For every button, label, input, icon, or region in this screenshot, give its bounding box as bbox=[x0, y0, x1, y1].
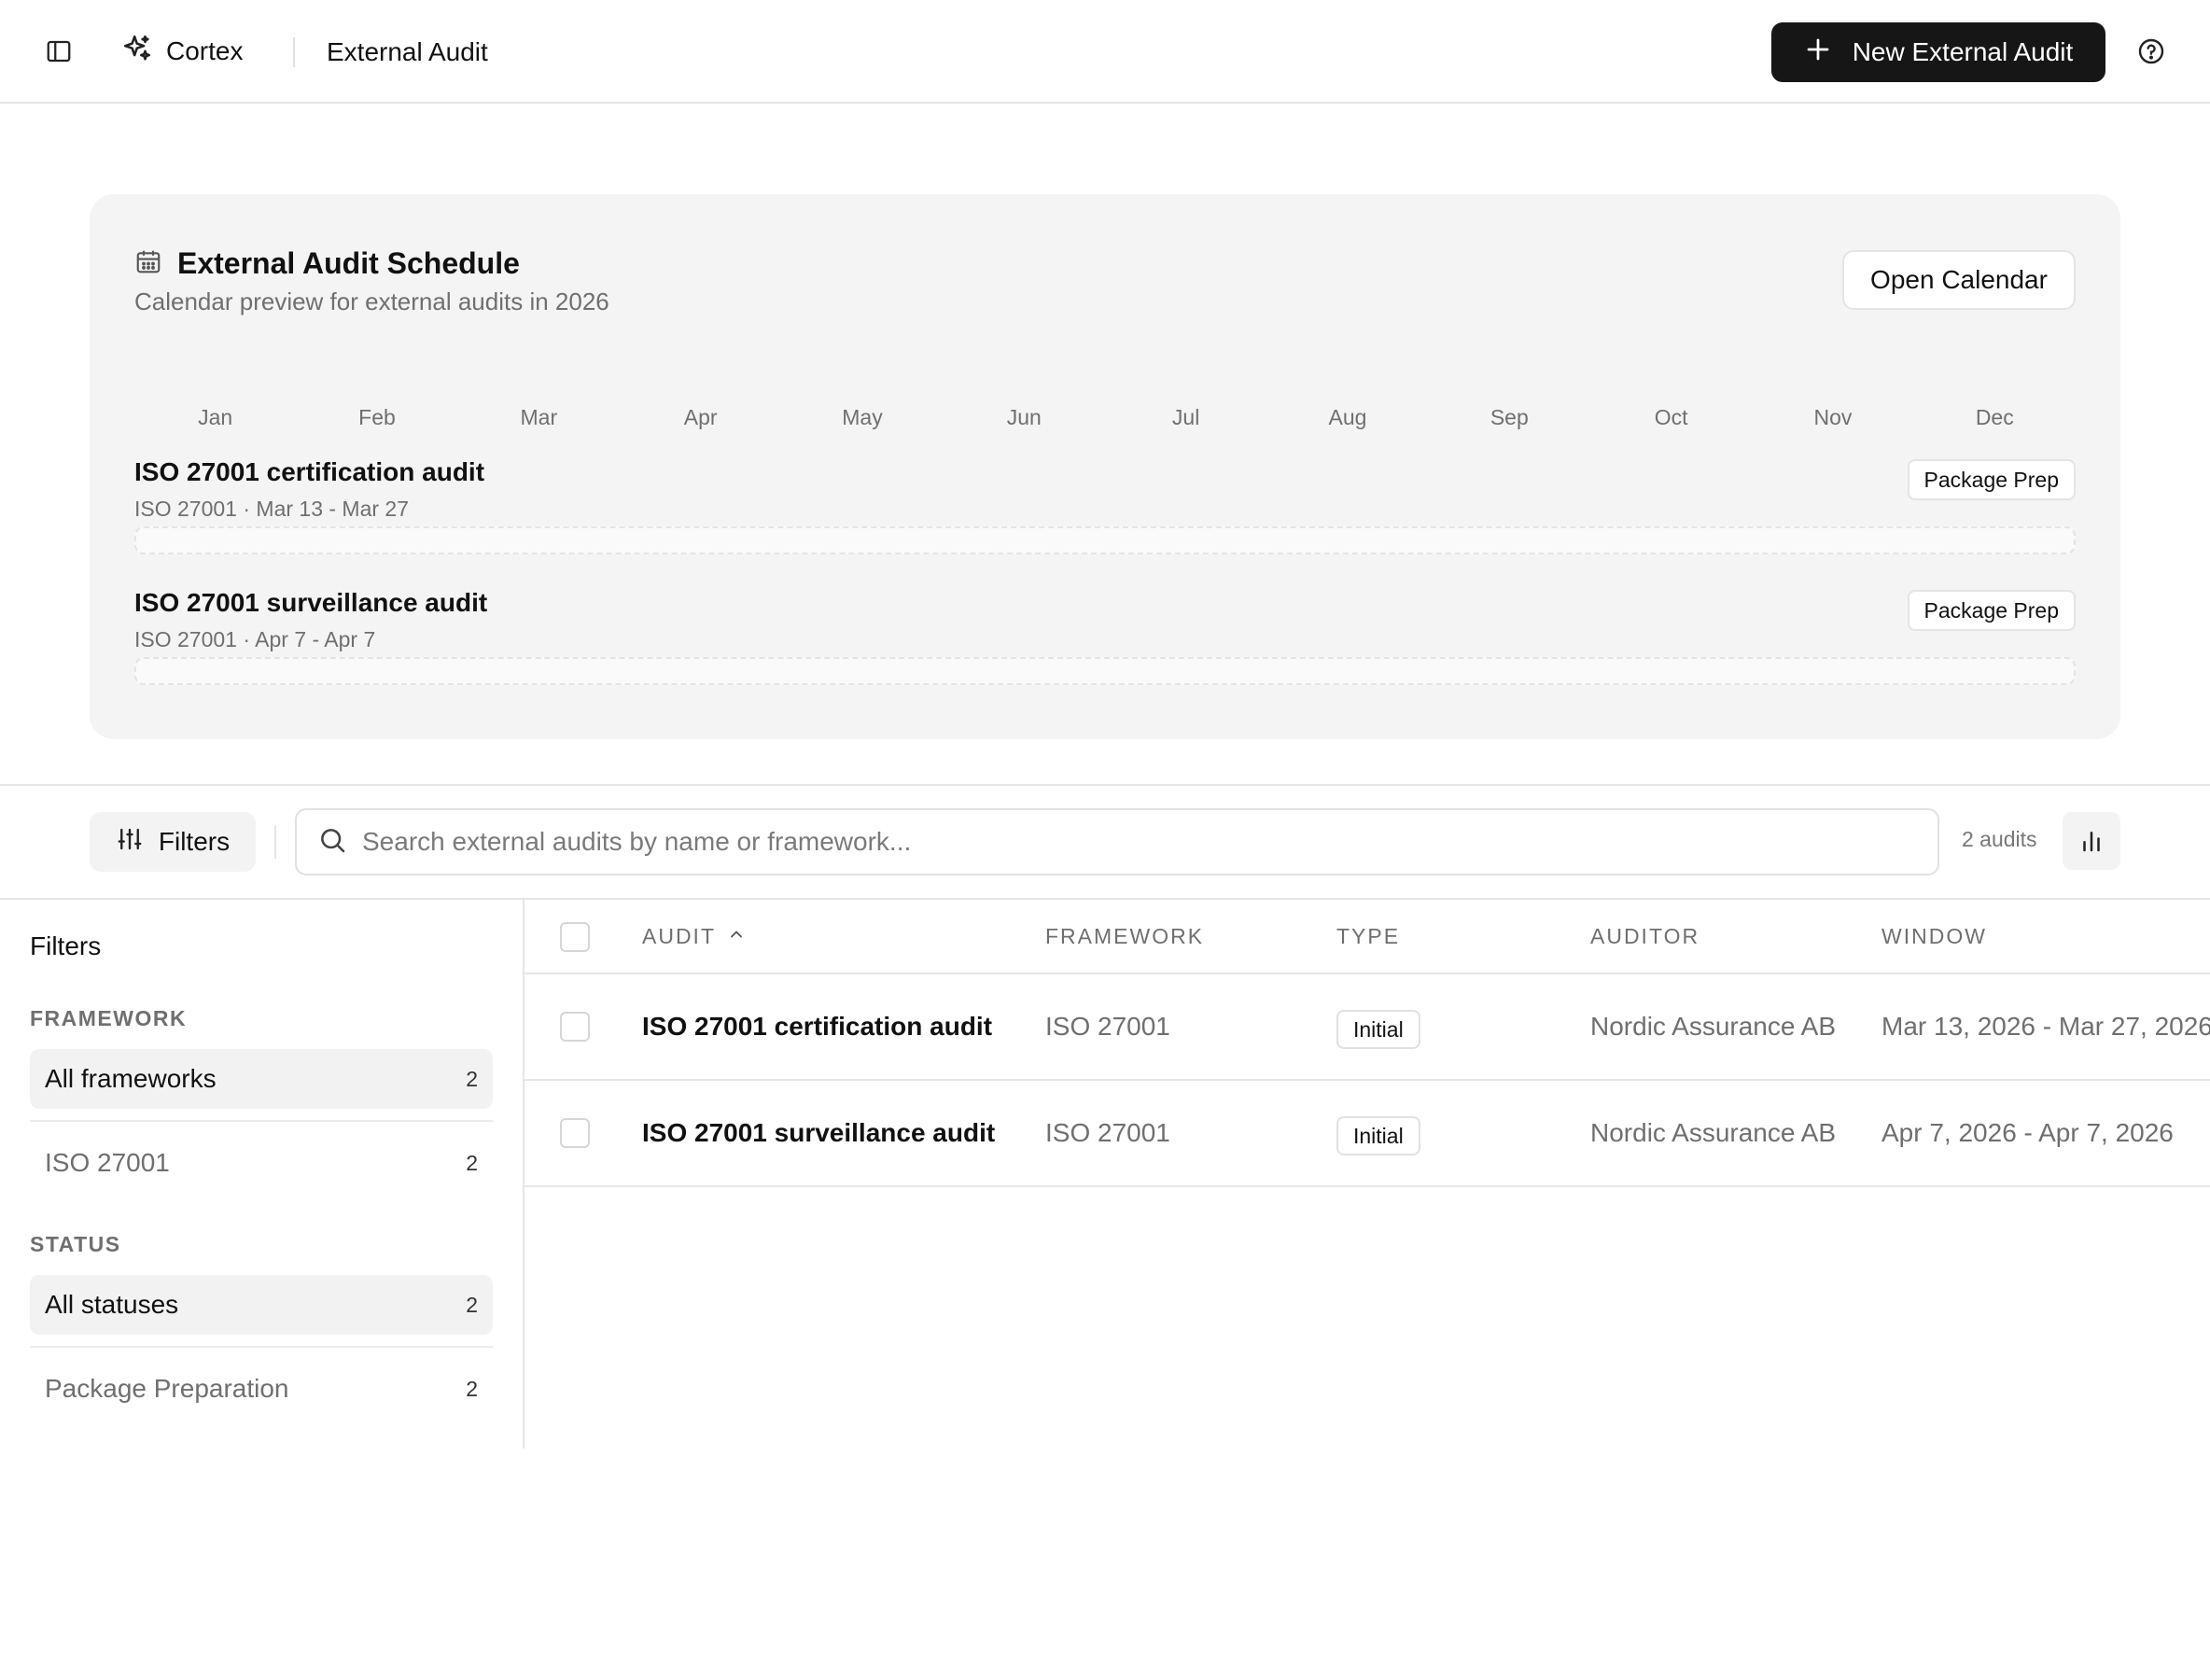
search-input[interactable] bbox=[362, 827, 1937, 857]
page-title: External Audit bbox=[327, 37, 488, 66]
help-icon[interactable] bbox=[2133, 34, 2169, 69]
calendar-icon bbox=[134, 247, 162, 280]
schedule-row[interactable]: ISO 27001 surveillance audit ISO 27001 ·… bbox=[134, 588, 2076, 700]
sparkles-icon bbox=[121, 33, 153, 71]
plus-icon bbox=[1804, 35, 1832, 70]
schedule-audit-meta: ISO 27001 · Mar 13 - Mar 27 bbox=[134, 497, 410, 521]
row-checkbox[interactable] bbox=[560, 1118, 590, 1148]
schedule-header: External Audit Schedule bbox=[134, 246, 520, 281]
filters-panel-title: Filters bbox=[30, 931, 102, 960]
filters-button[interactable]: Filters bbox=[90, 812, 256, 872]
toolbar-divider bbox=[274, 825, 276, 859]
open-calendar-button[interactable]: Open Calendar bbox=[1842, 250, 2076, 310]
filter-count: 2 bbox=[466, 1376, 478, 1401]
new-external-audit-label: New External Audit bbox=[1852, 37, 2074, 66]
month-axis: Jan Feb Mar Apr May Jun Jul Aug Sep Oct … bbox=[134, 405, 2076, 430]
status-heading: STATUS bbox=[30, 1232, 121, 1256]
brand[interactable]: Cortex bbox=[121, 28, 243, 75]
audit-framework: ISO 27001 bbox=[1045, 1012, 1170, 1041]
filter-label: All frameworks bbox=[45, 1064, 217, 1093]
audit-window: Mar 13, 2026 - Mar 27, 2026 bbox=[1881, 1012, 2210, 1041]
section-divider bbox=[0, 784, 2210, 786]
schedule-row[interactable]: ISO 27001 certification audit ISO 27001 … bbox=[134, 457, 2076, 569]
column-audit-label: AUDIT bbox=[642, 924, 716, 948]
month-label: Aug bbox=[1328, 405, 1367, 429]
sidebar-toggle-icon[interactable] bbox=[41, 34, 77, 69]
month-label: Feb bbox=[358, 405, 396, 429]
audit-auditor: Nordic Assurance AB bbox=[1590, 1118, 1837, 1147]
framework-heading: FRAMEWORK bbox=[30, 1006, 188, 1030]
month-label: Nov bbox=[1813, 405, 1853, 429]
schedule-audit-name: ISO 27001 surveillance audit bbox=[134, 588, 488, 617]
filter-label: Package Preparation bbox=[45, 1374, 289, 1403]
new-external-audit-button[interactable]: New External Audit bbox=[1771, 22, 2105, 82]
app-name: Cortex bbox=[166, 36, 244, 65]
column-type[interactable]: TYPE bbox=[1336, 924, 1400, 949]
type-badge: Initial bbox=[1336, 1116, 1420, 1155]
sliders-icon bbox=[116, 825, 144, 860]
row-checkbox[interactable] bbox=[560, 1012, 590, 1042]
month-label: Jun bbox=[1006, 405, 1042, 429]
schedule-audit-meta: ISO 27001 · Apr 7 - Apr 7 bbox=[134, 627, 376, 651]
audit-window: Apr 7, 2026 - Apr 7, 2026 bbox=[1881, 1118, 2174, 1147]
month-label: Oct bbox=[1654, 405, 1688, 429]
top-bar: Cortex External Audit New External Audit bbox=[0, 0, 2210, 104]
audit-count: 2 audits bbox=[1962, 827, 2037, 851]
status-badge: Package Prep bbox=[1907, 590, 2076, 631]
filter-all-statuses[interactable]: All statuses 2 bbox=[30, 1275, 493, 1335]
schedule-audit-name: ISO 27001 certification audit bbox=[134, 457, 485, 486]
column-audit[interactable]: AUDIT bbox=[642, 924, 746, 949]
bar-chart-icon[interactable] bbox=[2063, 812, 2120, 870]
audit-auditor: Nordic Assurance AB bbox=[1590, 1012, 1837, 1041]
month-label: Mar bbox=[520, 405, 558, 429]
column-window[interactable]: WINDOW bbox=[1881, 924, 1987, 949]
month-label: Jul bbox=[1171, 405, 1200, 429]
filter-all-frameworks[interactable]: All frameworks 2 bbox=[30, 1049, 493, 1109]
month-label: Dec bbox=[1975, 405, 2014, 429]
select-all-checkbox[interactable] bbox=[560, 922, 590, 952]
filter-divider bbox=[30, 1346, 493, 1348]
filter-label: All statuses bbox=[45, 1290, 179, 1319]
filter-count: 2 bbox=[466, 1066, 478, 1091]
filter-divider bbox=[30, 1120, 493, 1122]
schedule-title: External Audit Schedule bbox=[177, 246, 520, 280]
type-badge: Initial bbox=[1336, 1010, 1420, 1049]
month-label: Sep bbox=[1490, 405, 1529, 429]
filter-count: 2 bbox=[466, 1150, 478, 1175]
month-label: Apr bbox=[683, 405, 718, 429]
status-badge: Package Prep bbox=[1907, 459, 2076, 500]
table-header: AUDIT FRAMEWORK TYPE AUDITOR WINDOW bbox=[525, 900, 2210, 974]
audit-schedule-card: External Audit Schedule Calendar preview… bbox=[90, 194, 2120, 739]
timeline-track bbox=[134, 526, 2076, 554]
month-label: Jan bbox=[198, 405, 233, 429]
audit-framework: ISO 27001 bbox=[1045, 1118, 1170, 1147]
header-divider bbox=[293, 37, 295, 67]
column-framework[interactable]: FRAMEWORK bbox=[1045, 924, 1204, 949]
search-bar[interactable] bbox=[295, 808, 1939, 875]
audit-name[interactable]: ISO 27001 certification audit bbox=[642, 1012, 992, 1042]
filter-package-preparation[interactable]: Package Preparation 2 bbox=[30, 1359, 493, 1419]
filter-count: 2 bbox=[466, 1292, 478, 1317]
filters-panel: Filters FRAMEWORK All frameworks 2 ISO 2… bbox=[0, 900, 525, 1449]
table-row[interactable]: ISO 27001 surveillance audit ISO 27001 I… bbox=[525, 1081, 2210, 1187]
table-row[interactable]: ISO 27001 certification audit ISO 27001 … bbox=[525, 974, 2210, 1081]
filters-label: Filters bbox=[158, 827, 231, 856]
audit-name[interactable]: ISO 27001 surveillance audit bbox=[642, 1118, 995, 1148]
timeline-track bbox=[134, 657, 2076, 685]
search-icon bbox=[317, 825, 347, 860]
schedule-subtitle: Calendar preview for external audits in … bbox=[134, 287, 609, 315]
chevron-up-icon bbox=[727, 924, 746, 949]
month-label: May bbox=[842, 405, 883, 429]
filter-iso-27001[interactable]: ISO 27001 2 bbox=[30, 1133, 493, 1193]
filter-label: ISO 27001 bbox=[45, 1148, 170, 1177]
column-auditor[interactable]: AUDITOR bbox=[1590, 924, 1699, 949]
